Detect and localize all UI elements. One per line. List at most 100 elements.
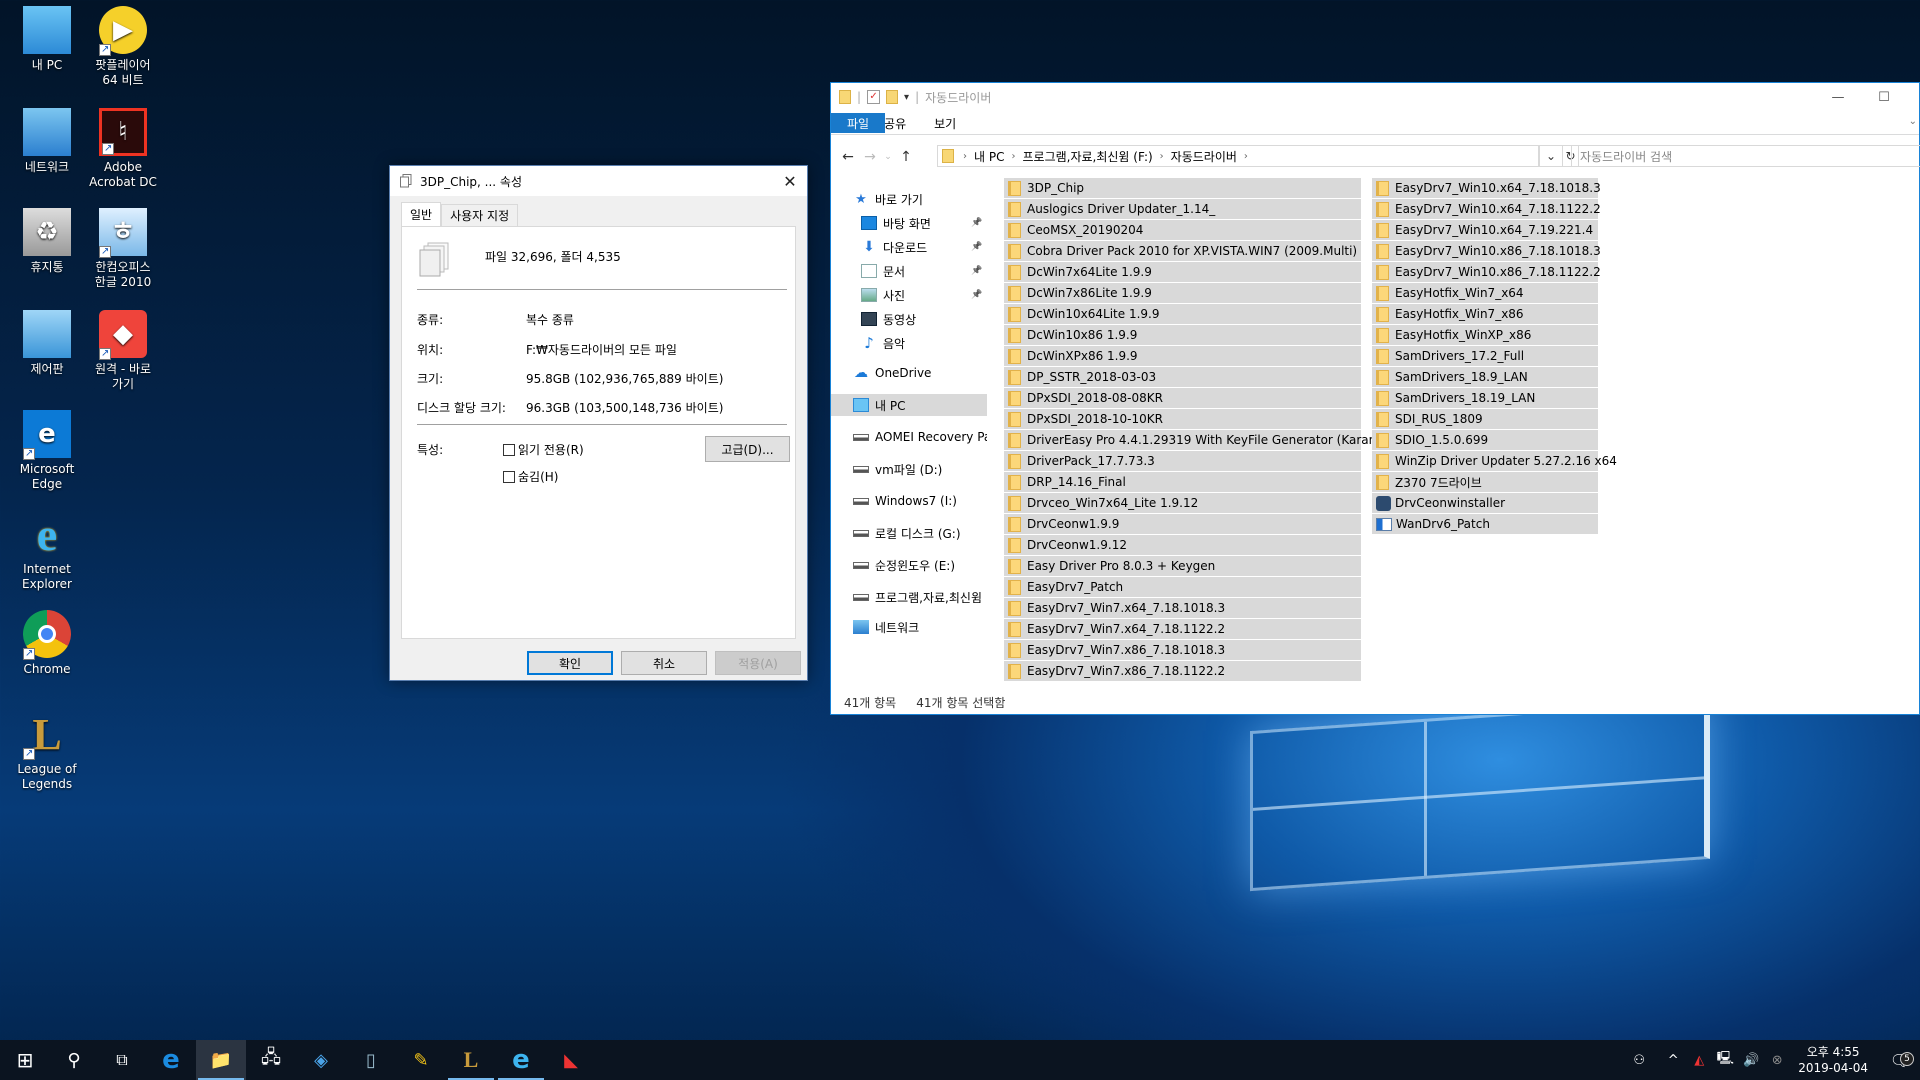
tab-customize[interactable]: 사용자 지정	[441, 204, 519, 226]
app-taskbar-1[interactable]: ◈	[296, 1040, 346, 1080]
ribbon-tab-file[interactable]: 파일	[831, 113, 886, 133]
file-item[interactable]: DcWin7x86Lite 1.9.9	[1004, 283, 1361, 303]
file-item[interactable]: DP_SSTR_2018-03-03	[1004, 367, 1361, 387]
file-item[interactable]: EasyDrv7_Win7.x86_7.18.1018.3	[1004, 640, 1361, 660]
dialog-titlebar[interactable]: 3DP_Chip, ... 속성	[390, 166, 807, 196]
address-bar[interactable]: › 내 PC › 프로그램,자료,최신윔 (F:) › 자동드라이버 ›	[937, 145, 1539, 167]
app-taskbar-4[interactable]: ◣	[546, 1040, 596, 1080]
lol-taskbar[interactable]: L	[446, 1040, 496, 1080]
file-item[interactable]: EasyDrv7_Win10.x86_7.18.1018.3	[1372, 241, 1601, 261]
advanced-button[interactable]: 고급(D)...	[705, 436, 790, 462]
nav-item-3[interactable]: 문서 📌	[831, 260, 987, 282]
network-tool-taskbar[interactable]: 🖧	[246, 1040, 296, 1080]
breadcrumb-folder[interactable]: 자동드라이버	[1171, 148, 1237, 165]
file-item[interactable]: DrvCeonwinstaller	[1372, 493, 1598, 513]
checkbox-box[interactable]	[503, 443, 515, 456]
nav-item-14[interactable]: 프로그램,자료,최신윔	[831, 586, 987, 608]
file-item[interactable]: EasyDrv7_Win10.x86_7.18.1122.2	[1372, 262, 1601, 282]
file-item[interactable]: EasyHotfix_WinXP_x86	[1372, 325, 1598, 345]
up-button[interactable]: ↑	[895, 149, 917, 165]
desktop-icon-anydesk[interactable]: ◆원격 - 바로 가기	[85, 310, 161, 392]
desktop-icon-recycle-bin[interactable]: ♻ 휴지통	[9, 208, 85, 275]
file-item[interactable]: DrvCeonw1.9.9	[1004, 514, 1361, 534]
tab-general[interactable]: 일반	[401, 202, 442, 226]
nav-item-7[interactable]: ☁ OneDrive	[831, 362, 987, 384]
nav-item-15[interactable]: 네트워크	[831, 616, 987, 638]
file-item[interactable]: EasyHotfix_Win7_x64	[1372, 283, 1598, 303]
file-explorer-taskbar[interactable]: 📁	[196, 1040, 246, 1080]
file-item[interactable]: DPxSDI_2018-10-10KR	[1004, 409, 1361, 429]
readonly-checkbox[interactable]: 읽기 전용(R)	[503, 441, 584, 458]
properties-quick-icon[interactable]: ✓	[867, 90, 881, 104]
ok-button[interactable]: 확인	[527, 651, 613, 675]
nav-item-10[interactable]: vm파일 (D:)	[831, 458, 987, 480]
file-item[interactable]: DriverEasy Pro 4.4.1.29319 With KeyFile …	[1004, 430, 1395, 450]
close-button[interactable]: ✕	[773, 166, 807, 196]
cancel-button[interactable]: 취소	[621, 651, 707, 675]
file-item[interactable]: EasyDrv7_Win7.x86_7.18.1122.2	[1004, 661, 1361, 681]
desktop-icon-ie[interactable]: e Internet Explorer	[9, 510, 85, 592]
file-item[interactable]: EasyDrv7_Win10.x64_7.18.1018.3	[1372, 178, 1601, 198]
file-item[interactable]: Auslogics Driver Updater_1.14_	[1004, 199, 1361, 219]
start-button[interactable]: ⊞	[0, 1040, 50, 1080]
nav-item-6[interactable]: ♪ 음악	[831, 332, 987, 354]
file-item[interactable]: EasyHotfix_Win7_x86	[1372, 304, 1598, 324]
search-input[interactable]: 자동드라이버 검색	[1571, 145, 1920, 167]
file-item[interactable]: DcWinXPx86 1.9.9	[1004, 346, 1361, 366]
file-item[interactable]: SamDrivers_18.9_LAN	[1372, 367, 1598, 387]
desktop-icon-network[interactable]: 네트워크	[9, 108, 85, 175]
pin-icon[interactable]: 📌	[971, 218, 982, 228]
nav-item-9[interactable]: AOMEI Recovery Par	[831, 426, 987, 448]
file-item[interactable]: WinZip Driver Updater 5.27.2.16 x64	[1372, 451, 1617, 471]
file-item[interactable]: EasyDrv7_Win7.x64_7.18.1018.3	[1004, 598, 1361, 618]
nav-item-5[interactable]: 동영상	[831, 308, 987, 330]
nav-item-8[interactable]: 내 PC	[831, 394, 987, 416]
error-icon[interactable]: ⊗	[1764, 1053, 1790, 1068]
checkbox-box[interactable]	[503, 470, 515, 483]
file-item[interactable]: SamDrivers_17.2_Full	[1372, 346, 1598, 366]
desktop-icon-lol[interactable]: LLeague of Legends	[9, 710, 85, 792]
file-item[interactable]: Easy Driver Pro 8.0.3 + Keygen	[1004, 556, 1361, 576]
breadcrumb-this-pc[interactable]: 내 PC	[974, 148, 1004, 165]
file-item[interactable]: WanDrv6_Patch	[1372, 514, 1598, 534]
file-item[interactable]: CeoMSX_20190204	[1004, 220, 1361, 240]
desktop-icon-acrobat[interactable]: ♮ Adobe Acrobat DC	[85, 108, 161, 190]
customize-quick-access-icon[interactable]: ▾	[904, 92, 909, 103]
file-item[interactable]: DcWin10x64Lite 1.9.9	[1004, 304, 1361, 324]
network-monitor-icon[interactable]: ◭	[1686, 1053, 1712, 1068]
desktop-icon-potplayer[interactable]: ▶팟플레이어 64 비트	[85, 6, 161, 88]
action-center-button[interactable]: 🗨 5	[1880, 1051, 1920, 1070]
task-view-button[interactable]: ⧉	[98, 1040, 146, 1080]
file-item[interactable]: DRP_14.16_Final	[1004, 472, 1361, 492]
file-item[interactable]: EasyDrv7_Win7.x64_7.18.1122.2	[1004, 619, 1361, 639]
network-icon[interactable]: 🖳	[1712, 1049, 1738, 1071]
search-button[interactable]: ⚲	[50, 1040, 98, 1080]
file-item[interactable]: Z370 7드라이브	[1372, 472, 1598, 492]
pin-icon[interactable]: 📌	[971, 266, 982, 276]
file-item[interactable]: DcWin10x86 1.9.9	[1004, 325, 1361, 345]
file-item[interactable]: DrvCeonw1.9.12	[1004, 535, 1361, 555]
desktop-icon-edge[interactable]: eMicrosoft Edge	[9, 410, 85, 492]
desktop-icon-hangul[interactable]: ㅎ한컴오피스 한글 2010	[85, 208, 161, 290]
ribbon-tab-view[interactable]: 보기	[920, 113, 970, 134]
new-folder-quick-icon[interactable]	[886, 90, 899, 104]
pin-icon[interactable]: 📌	[971, 242, 982, 252]
file-item[interactable]: DriverPack_17.7.73.3	[1004, 451, 1361, 471]
expand-ribbon-icon[interactable]: ⌄	[1909, 116, 1917, 127]
back-button[interactable]: ←	[837, 149, 859, 165]
desktop-icon-control-panel[interactable]: 제어판	[9, 310, 85, 377]
recent-locations-button[interactable]: ⌄	[881, 152, 895, 162]
file-item[interactable]: SDI_RUS_1809	[1372, 409, 1598, 429]
desktop-icon-this-pc[interactable]: 내 PC	[9, 6, 85, 73]
show-hidden-icons-button[interactable]: ^	[1660, 1053, 1686, 1068]
nav-item-2[interactable]: ⬇ 다운로드 📌	[831, 236, 987, 258]
edge-taskbar[interactable]: e	[146, 1040, 196, 1080]
address-dropdown-button[interactable]: ⌄	[1539, 145, 1563, 167]
file-item[interactable]: EasyDrv7_Win10.x64_7.19.221.4	[1372, 220, 1598, 240]
nav-item-4[interactable]: 사진 📌	[831, 284, 987, 306]
file-item[interactable]: DPxSDI_2018-08-08KR	[1004, 388, 1361, 408]
forward-button[interactable]: →	[859, 149, 881, 165]
nav-item-0[interactable]: ★ 바로 가기	[831, 188, 987, 210]
nav-item-13[interactable]: 순정윈도우 (E:)	[831, 554, 987, 576]
clock[interactable]: 오후 4:55 2019-04-04	[1798, 1044, 1868, 1076]
